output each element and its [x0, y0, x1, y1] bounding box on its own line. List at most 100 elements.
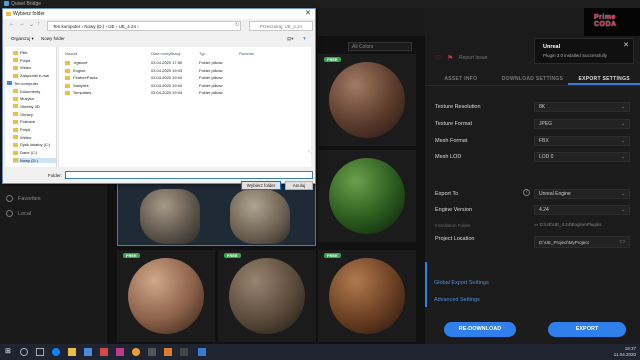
- re-download-button[interactable]: RE-DOWNLOAD: [444, 322, 516, 337]
- tree-item[interactable]: Obrazy: [13, 112, 56, 117]
- search-icon[interactable]: [20, 348, 28, 356]
- tree-item[interactable]: Pulpit: [13, 127, 56, 132]
- flag-icon[interactable]: ⚑: [447, 54, 453, 62]
- close-icon[interactable]: ✕: [623, 41, 629, 49]
- refresh-icon[interactable]: ↻: [235, 22, 239, 28]
- color-filter-select[interactable]: All Colors: [348, 42, 412, 51]
- tab-download-settings[interactable]: DOWNLOAD SETTINGS: [497, 72, 569, 85]
- folder-input[interactable]: [65, 171, 313, 179]
- texture-format-select[interactable]: JPEG ⌄: [534, 119, 630, 129]
- advanced-settings-link[interactable]: Advanced Settings: [434, 297, 480, 303]
- column-header-size[interactable]: Rozmiar: [239, 51, 254, 56]
- column-header-type[interactable]: Typ: [199, 51, 205, 56]
- engine-version-select[interactable]: 4.24 ⌄: [534, 205, 630, 215]
- organize-menu[interactable]: Organizuj ▾: [11, 34, 34, 43]
- file-name: .egstore: [73, 60, 88, 65]
- mesh-format-select[interactable]: FBX ⌄: [534, 136, 630, 146]
- search-input[interactable]: Przeszukaj: UE_4.24: [249, 21, 313, 31]
- cancel-button[interactable]: Anuluj: [285, 181, 313, 190]
- help-icon[interactable]: ?: [303, 34, 306, 43]
- dialog-title: Wybierz folder: [13, 11, 45, 17]
- sidebar-item-local[interactable]: Local: [6, 210, 31, 217]
- edge-icon[interactable]: [52, 348, 60, 356]
- tree-item[interactable]: Dokumenty: [13, 89, 56, 94]
- sidebar-item-favorites[interactable]: Favorites: [6, 195, 41, 202]
- grid-topbar: [318, 8, 425, 36]
- asset-tile[interactable]: FREE: [318, 250, 416, 342]
- tree-item[interactable]: Dysk lokalny (C:): [13, 142, 56, 147]
- project-location-field[interactable]: D:\UE_Project\MyProject ▭: [534, 236, 630, 248]
- tree-item[interactable]: Dane (C:): [13, 150, 56, 156]
- column-header-name[interactable]: Nazwa: [65, 51, 77, 56]
- select-value: 4.24: [539, 207, 549, 213]
- export-to-select[interactable]: Unreal Engine ⌄: [534, 189, 630, 199]
- close-icon[interactable]: ✕: [305, 9, 311, 19]
- tree-item-label: Załączniki e-mai: [20, 73, 49, 79]
- mesh-format-label: Mesh Format: [435, 138, 468, 144]
- tree-item[interactable]: Muzyka: [13, 96, 56, 101]
- asset-tile[interactable]: FREE: [218, 250, 316, 342]
- app-icon[interactable]: [132, 348, 140, 356]
- chevron-down-icon: ⌄: [620, 191, 625, 197]
- view-options-icon[interactable]: ▤▾: [287, 34, 294, 43]
- heart-icon[interactable]: ♡: [435, 54, 441, 62]
- folder-icon: [13, 135, 18, 140]
- asset-tile[interactable]: [318, 150, 416, 242]
- taskbar-clock[interactable]: 18:37 11.04.2020: [614, 346, 636, 358]
- folder-label: Folder:: [48, 173, 63, 178]
- bridge-taskbar-icon[interactable]: [198, 348, 206, 356]
- help-icon[interactable]: ?: [523, 189, 530, 196]
- texture-resolution-select[interactable]: 8K ⌄: [534, 102, 630, 112]
- tree-item[interactable]: Pliki: [13, 50, 56, 55]
- folder-icon: [13, 119, 18, 124]
- tab-export-settings[interactable]: EXPORT SETTINGS: [568, 72, 640, 85]
- tree-item[interactable]: Ten komputer: [7, 81, 55, 86]
- app-icon[interactable]: [100, 348, 108, 356]
- tree-item[interactable]: Obiekty 3D: [13, 104, 56, 109]
- report-issue-link[interactable]: Report Issue: [459, 55, 487, 61]
- tree-item-label: Dane (C:): [20, 150, 38, 156]
- asset-tile[interactable]: FREE: [117, 250, 215, 342]
- column-header-date[interactable]: Data modyfikacji: [151, 51, 180, 56]
- address-bar[interactable]: Ten komputer › Nowy (D:) › UE › UE_4.24 …: [47, 21, 241, 31]
- task-view-icon[interactable]: [36, 348, 44, 356]
- tree-item-label: Pulpit: [20, 57, 31, 63]
- tree-item[interactable]: Nowy (D:): [13, 157, 56, 163]
- tree-item[interactable]: Załączniki e-mai: [13, 73, 56, 79]
- tree-item-label: Wideo: [20, 134, 32, 140]
- tree-item[interactable]: Wideo: [13, 65, 56, 70]
- tree-item-label: Pulpit: [20, 127, 31, 132]
- new-folder-button[interactable]: Nowy folder: [41, 34, 65, 43]
- windows-start-icon[interactable]: ⊞: [5, 347, 13, 355]
- chevron-down-icon: ⌄: [620, 207, 625, 213]
- folder-icon: [13, 89, 18, 93]
- app-icon[interactable]: [116, 348, 124, 356]
- select-folder-button[interactable]: Wybierz folder: [241, 181, 281, 190]
- app-titlebar: Quixel Bridge: [0, 0, 640, 8]
- back-arrow-icon[interactable]: ←: [9, 21, 15, 27]
- installation-folder-value[interactable]: ▭ D:\UE\UE_4.24\Engine\Plugins: [534, 222, 602, 228]
- tree-item[interactable]: Pobrane: [13, 119, 56, 125]
- global-export-settings-link[interactable]: Global Export Settings: [434, 280, 489, 286]
- mesh-lod-select[interactable]: LOD 0 ⌄: [534, 152, 630, 162]
- app-icon[interactable]: [180, 348, 188, 356]
- store-icon[interactable]: [84, 348, 92, 356]
- project-location-path: D:\UE_Project\MyProject: [539, 240, 589, 245]
- file-explorer-icon[interactable]: [68, 348, 76, 356]
- file-row[interactable]: Templates 03.04.2020 19:04 Folder plików: [63, 89, 303, 97]
- select-value: 8K: [539, 104, 546, 110]
- app-icon[interactable]: [164, 348, 172, 356]
- tab-asset-info[interactable]: ASSET INFO: [425, 72, 497, 85]
- tree-item[interactable]: Pulpit: [13, 57, 56, 63]
- app-icon[interactable]: [148, 348, 156, 356]
- export-button[interactable]: EXPORT: [548, 322, 626, 337]
- chevron-down-icon[interactable]: ⌄: [29, 21, 34, 28]
- up-arrow-icon[interactable]: ↑: [37, 21, 40, 27]
- asset-tile[interactable]: FREE: [318, 54, 416, 146]
- tree-item[interactable]: Wideo: [13, 134, 56, 140]
- free-badge: FREE: [324, 57, 341, 62]
- tree-item-label: Pobrane: [20, 119, 36, 125]
- material-preview: [329, 258, 405, 334]
- forward-arrow-icon[interactable]: →: [19, 21, 25, 27]
- export-to-label: Export To: [435, 191, 459, 197]
